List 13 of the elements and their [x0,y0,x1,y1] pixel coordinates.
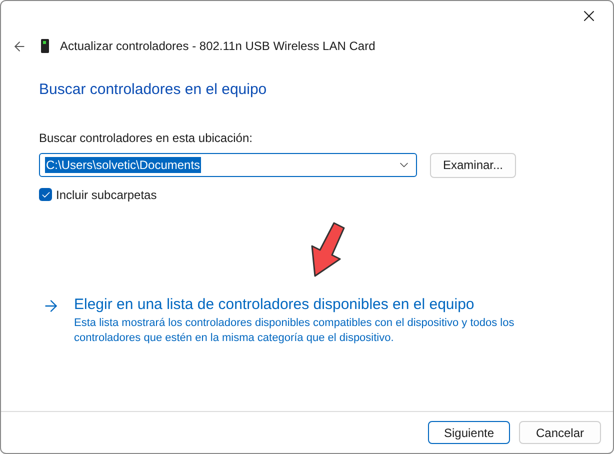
network-card-icon [41,39,49,53]
subfolders-label: Incluir subcarpetas [56,186,157,204]
location-combo-box[interactable]: C:\Users\solvetic\Documents [39,153,417,177]
dialog-button[interactable]: Cancelar [519,421,601,444]
location-label: Buscar controladores en esta ubicación: [39,130,252,146]
window-title: Actualizar controladores - 802.11n USB Wireless LAN Card [60,38,376,55]
subfolders-checkbox[interactable] [39,188,52,201]
choose-list-link[interactable]: Elegir en una lista de controladores disponibles en el equipo [74,296,474,314]
browse-button[interactable]: Examinar... [430,152,516,178]
dialog-button[interactable]: Siguiente [428,421,510,444]
choose-list-description: Esta lista mostrará los controladores disponibles compatibles con el dispositivo y todos los controladores que estén en la misma categoría que el dispositivo. [74,316,516,346]
page-heading: Buscar controladores en el equipo [39,80,267,100]
checkmark-icon [40,190,50,200]
